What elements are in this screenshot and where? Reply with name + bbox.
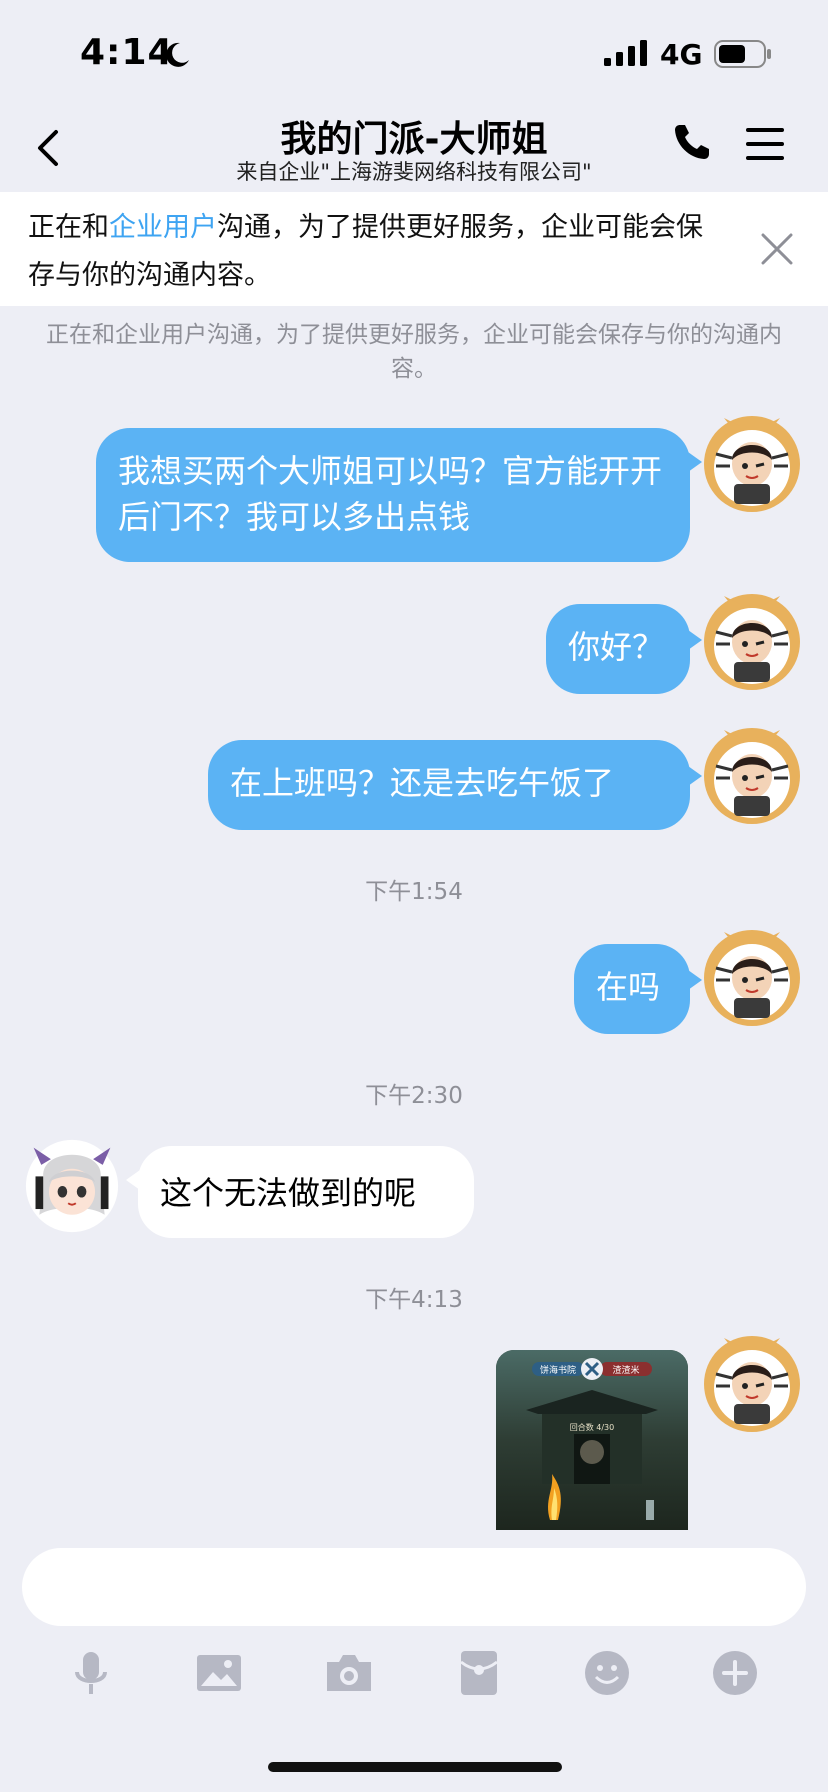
bubble-tail [688,630,702,650]
message-bubble-outgoing[interactable]: 在吗 [574,944,690,1034]
home-indicator[interactable] [268,1762,562,1772]
message-text: 在上班吗？还是去吃午饭了 [230,764,615,802]
game-left-label: 饼海书院 [540,1364,576,1376]
menu-icon[interactable] [746,126,786,162]
image-icon[interactable] [194,1648,244,1698]
plus-icon[interactable] [710,1648,760,1698]
game-round-label: 回合数 4/30 [570,1422,615,1432]
signal-icon [604,40,647,66]
moon-icon [166,42,189,67]
timestamp: 下午1:54 [365,879,463,905]
message-input[interactable] [22,1548,806,1626]
emoji-icon[interactable] [582,1648,632,1698]
message-bubble-outgoing[interactable]: 你好？ [546,604,690,694]
message-text: 我想买两个大师姐可以吗？官方能开开后门不？我可以多出点钱 [118,452,663,536]
bubble-tail [688,970,702,990]
message-text: 在吗 [596,968,661,1006]
chat-header: 我的门派-大师姐 来自企业"上海游斐网络科技有限公司" [0,100,828,192]
timestamp: 下午2:30 [365,1083,463,1109]
message-bubble-incoming[interactable]: 这个无法做到的呢 [138,1146,474,1238]
user-avatar[interactable] [702,1334,802,1434]
agent-avatar[interactable] [24,1138,120,1234]
status-time: 4:14 [80,32,174,73]
phone-icon[interactable] [672,122,712,162]
mic-icon[interactable] [66,1648,116,1698]
notice-text: 正在和企业用户沟通，为了提供更好服务，企业可能会保存与你的沟通内容。 [28,204,728,300]
close-icon[interactable] [760,232,794,266]
bubble-tail [688,452,702,472]
battery-icon [714,40,771,68]
camera-icon[interactable] [324,1648,374,1698]
message-text: 你好？ [568,628,665,666]
system-message: 正在和企业用户沟通，为了提供更好服务，企业可能会保存与你的沟通内容。 [46,322,782,382]
user-avatar[interactable] [702,928,802,1028]
user-avatar[interactable] [702,726,802,826]
enterprise-notice-banner: 正在和企业用户沟通，为了提供更好服务，企业可能会保存与你的沟通内容。 [0,192,828,306]
message-text: 这个无法做到的呢 [160,1174,417,1212]
user-avatar[interactable] [702,414,802,514]
timestamp: 下午4:13 [365,1287,463,1313]
message-bubble-outgoing[interactable]: 我想买两个大师姐可以吗？官方能开开后门不？我可以多出点钱 [96,428,690,562]
red-packet-icon[interactable] [454,1648,504,1698]
user-avatar[interactable] [702,592,802,692]
status-bar: 4:14 4G [0,0,828,100]
game-right-label: 渣渣米 [612,1364,639,1376]
enterprise-user-link[interactable]: 企业用户 [109,212,217,243]
message-composer [0,1530,828,1792]
message-bubble-outgoing[interactable]: 在上班吗？还是去吃午饭了 [208,740,690,830]
bubble-tail [688,766,702,786]
notice-prefix: 正在和 [28,212,109,243]
game-screenshot: 饼海书院 渣渣米 回合数 4/30 [496,1350,688,1530]
image-message[interactable]: 饼海书院 渣渣米 回合数 4/30 [496,1350,688,1530]
network-type: 4G [660,38,703,71]
